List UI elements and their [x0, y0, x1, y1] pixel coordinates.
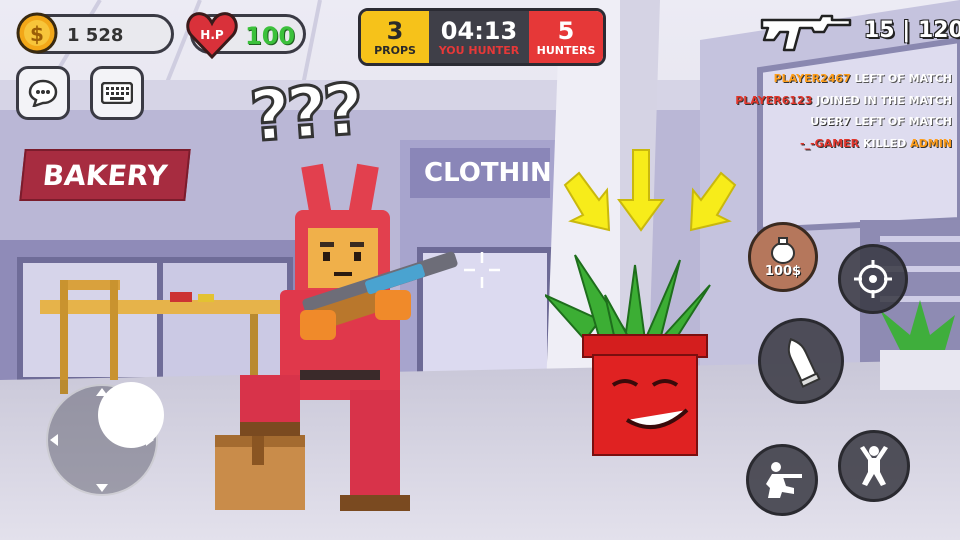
- crosshair-icon: [464, 252, 500, 288]
- jump-icon: [860, 446, 888, 486]
- kill-feed-row: USER7 LEFT OF MATCH: [735, 111, 952, 133]
- chat-button[interactable]: [16, 66, 70, 120]
- kill-feed-player: -_-GAMER: [800, 136, 860, 150]
- crouch-shoot-icon: [766, 462, 802, 498]
- kill-feed-row: PLAYER2467 LEFT OF MATCH: [735, 68, 952, 90]
- chat-icon: [28, 79, 58, 107]
- hunter-character: [215, 163, 458, 511]
- jump-button[interactable]: [838, 430, 910, 502]
- match-scoreboard: 3 PROPS 04:13 YOU HUNTER 5 HUNTERS: [358, 8, 606, 66]
- plant-prop: [545, 149, 737, 456]
- timer-value: 04:13: [440, 16, 518, 45]
- coin-balance: $ 1 528: [16, 12, 174, 54]
- aim-button[interactable]: [838, 244, 908, 314]
- fire-button[interactable]: [758, 318, 844, 404]
- props-label: PROPS: [374, 43, 416, 57]
- fire-bullet-icon: [787, 337, 821, 388]
- bakery-sign-text: BAKERY: [41, 158, 169, 192]
- health-display: H.P 100: [186, 12, 306, 60]
- joystick-thumb[interactable]: [98, 382, 164, 448]
- hp-label: H.P: [200, 28, 224, 42]
- keyboard-icon: [101, 82, 133, 104]
- kill-feed-row: PLAYER6123 JOINED IN THE MATCH: [735, 90, 952, 112]
- kill-feed-action: LEFT OF MATCH: [854, 115, 952, 128]
- coin-count: 1 528: [67, 25, 124, 46]
- hp-value: 100: [245, 22, 296, 50]
- kill-feed-player: PLAYER2467: [773, 72, 851, 85]
- ammo-count: 15 | 120: [864, 18, 960, 43]
- kill-feed-action: JOINED IN THE MATCH: [816, 93, 952, 107]
- props-score: 3 PROPS: [361, 11, 429, 63]
- movement-joystick[interactable]: [46, 382, 164, 496]
- kill-feed-row: -_-GAMER KILLED ADMIN: [735, 133, 952, 155]
- kill-feed-target: ADMIN: [910, 136, 952, 150]
- confused-question-marks: ???: [246, 67, 364, 159]
- crouch-button[interactable]: [746, 444, 818, 516]
- kill-feed: PLAYER2467 LEFT OF MATCH PLAYER6123 JOINE…: [735, 68, 952, 154]
- hunters-count: 5: [557, 16, 575, 45]
- kill-feed-action: LEFT OF MATCH: [854, 72, 952, 85]
- kill-feed-player: USER7: [810, 115, 851, 128]
- hunters-score: 5 HUNTERS: [529, 11, 603, 63]
- grenade-icon: [771, 236, 795, 264]
- role-label: YOU HUNTER: [438, 43, 520, 57]
- kill-feed-action: KILLED: [862, 136, 907, 150]
- heart-icon: H.P: [186, 12, 238, 60]
- rifle-icon[interactable]: [760, 10, 852, 54]
- props-count: 3: [386, 16, 404, 45]
- svg-text:$: $: [30, 22, 44, 46]
- match-timer: 04:13 YOU HUNTER: [429, 11, 529, 63]
- bakery-sign: BAKERY: [19, 149, 191, 201]
- coin-icon: $: [16, 12, 58, 54]
- decoy-button[interactable]: 100$: [748, 222, 818, 292]
- hunters-label: HUNTERS: [536, 43, 596, 57]
- decoy-price: 100$: [764, 263, 802, 279]
- target-icon: [854, 260, 892, 298]
- keyboard-button[interactable]: [90, 66, 144, 120]
- kill-feed-player: PLAYER6123: [735, 93, 813, 107]
